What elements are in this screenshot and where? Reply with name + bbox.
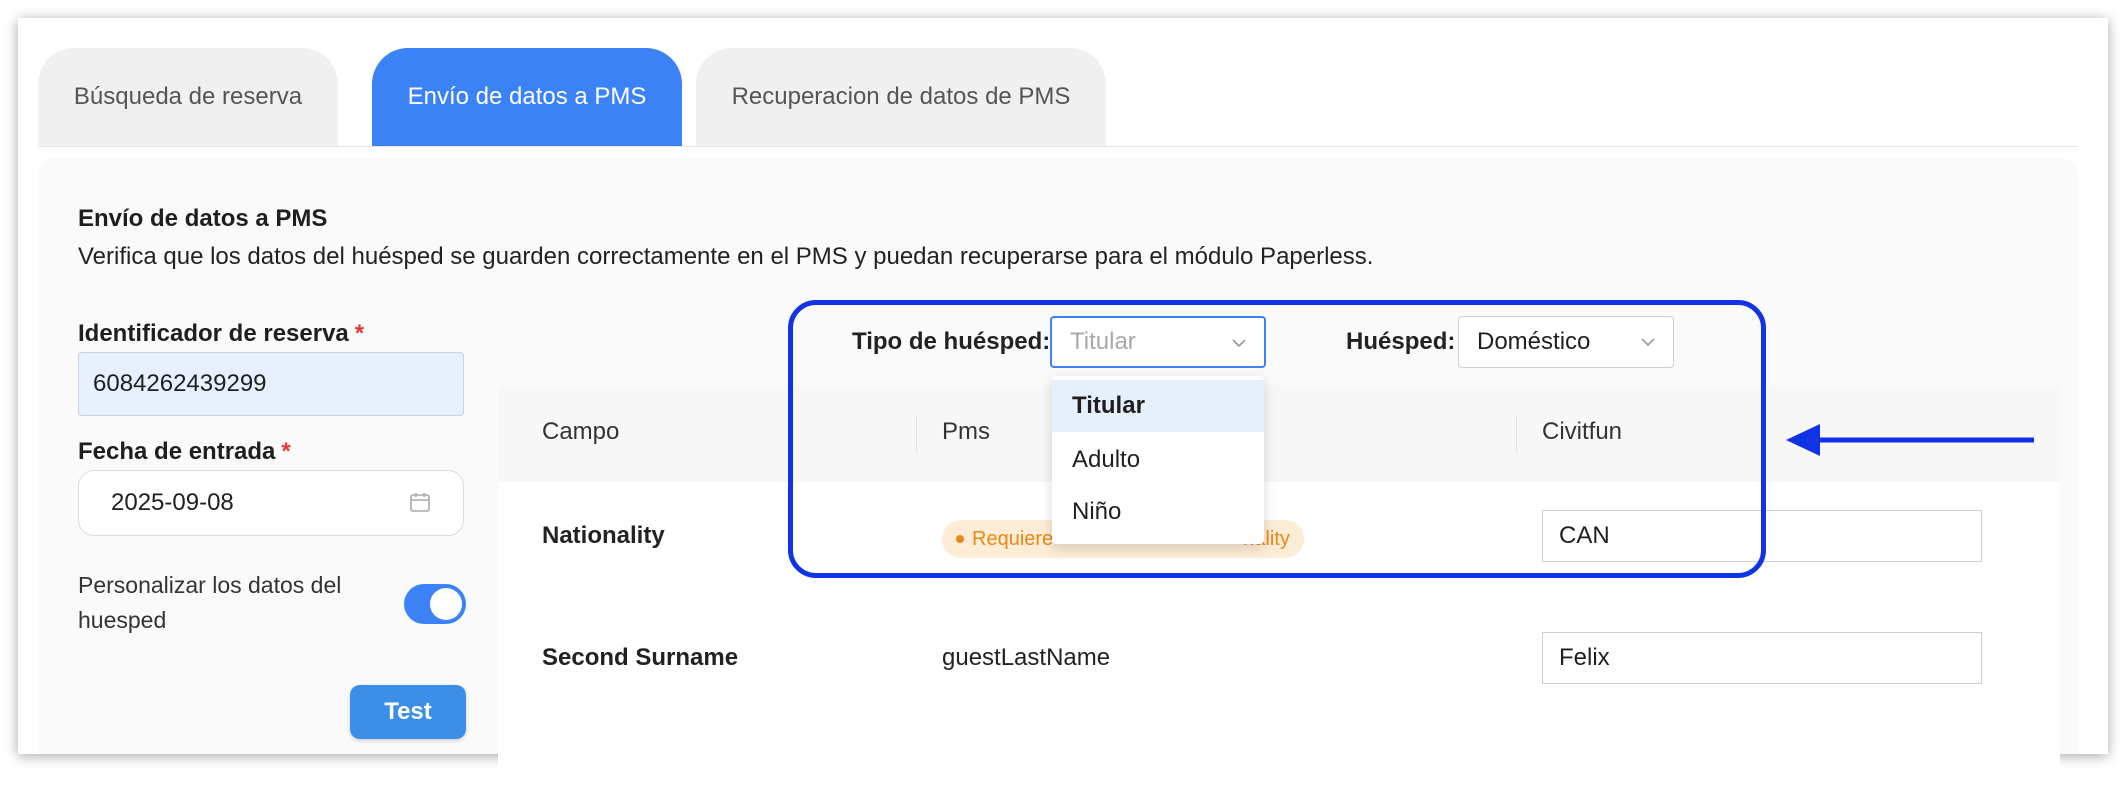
tab-bar: Búsqueda de reserva Envío de datos a PMS… [38,48,2078,147]
reservation-id-label: Identificador de reserva * [78,320,365,347]
required-mark: * [354,320,365,347]
toggle-knob [430,588,462,620]
annotation-highlight-box [788,300,1766,578]
tab-envio-datos-pms[interactable]: Envío de datos a PMS [372,48,682,146]
test-button[interactable]: Test [350,685,466,739]
customize-guest-label: Personalizar los datos del huesped [78,572,342,633]
entry-date-value: 2025-09-08 [111,489,234,516]
tab-recuperacion-datos-pms[interactable]: Recuperacion de datos de PMS [696,48,1106,146]
reservation-id-input[interactable]: 6084262439299 [78,352,464,416]
required-mark: * [281,438,291,465]
row-second-surname-campo: Second Surname [542,644,739,671]
entry-date-input[interactable]: 2025-09-08 [78,470,464,536]
entry-date-label: Fecha de entrada * [78,438,291,465]
civitfun-second-surname-input[interactable]: Felix [1542,632,1982,684]
row-second-surname-pms: guestLastName [942,644,1111,671]
annotation-arrow-icon [1786,424,2034,456]
calendar-icon[interactable] [409,491,431,513]
tab-busqueda-reserva[interactable]: Búsqueda de reserva [38,48,338,146]
section-description: Verifica que los datos del huésped se gu… [78,243,1374,270]
customize-guest-toggle[interactable] [404,584,466,624]
row-nationality-campo: Nationality [542,522,665,549]
section-title: Envío de datos a PMS [78,205,328,232]
col-header-campo: Campo [542,418,620,445]
